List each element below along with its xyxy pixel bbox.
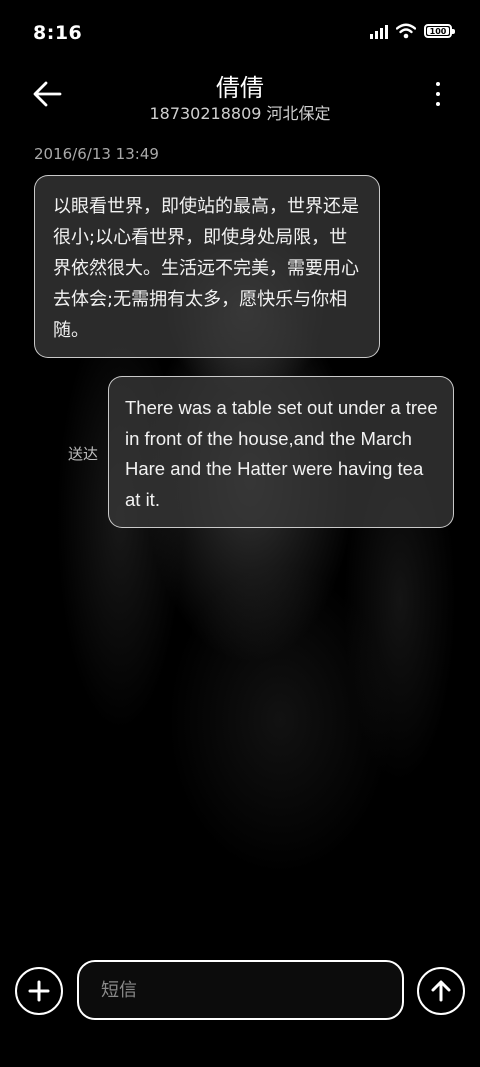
conversation-header: 倩倩 18730218809 河北保定 [0, 64, 480, 134]
plus-icon [28, 980, 50, 1002]
message-composer [0, 955, 480, 1025]
status-icons: 100 [370, 23, 455, 39]
incoming-message-bubble[interactable]: 以眼看世界，即使站的最高，世界还是很小;以心看世界，即使身处局限，世界依然很大。… [34, 175, 380, 358]
wifi-icon [396, 23, 416, 39]
arrow-up-icon [431, 980, 451, 1002]
message-timestamp: 2016/6/13 13:49 [34, 145, 159, 163]
send-button[interactable] [417, 967, 465, 1015]
battery-level: 100 [429, 26, 447, 36]
status-time: 8:16 [33, 22, 83, 44]
add-attachment-button[interactable] [15, 967, 63, 1015]
status-bar: 8:16 100 [0, 0, 480, 66]
delivery-status: 送达 [68, 445, 99, 463]
contact-subtitle: 18730218809 河北保定 [149, 104, 331, 123]
signal-icon [370, 23, 388, 39]
more-options-button[interactable] [428, 78, 448, 110]
message-input[interactable] [77, 960, 404, 1020]
battery-icon: 100 [424, 24, 455, 38]
contact-name: 倩倩 [216, 74, 264, 102]
outgoing-message-bubble[interactable]: There was a table set out under a tree i… [108, 376, 454, 528]
more-vertical-icon [436, 82, 440, 86]
